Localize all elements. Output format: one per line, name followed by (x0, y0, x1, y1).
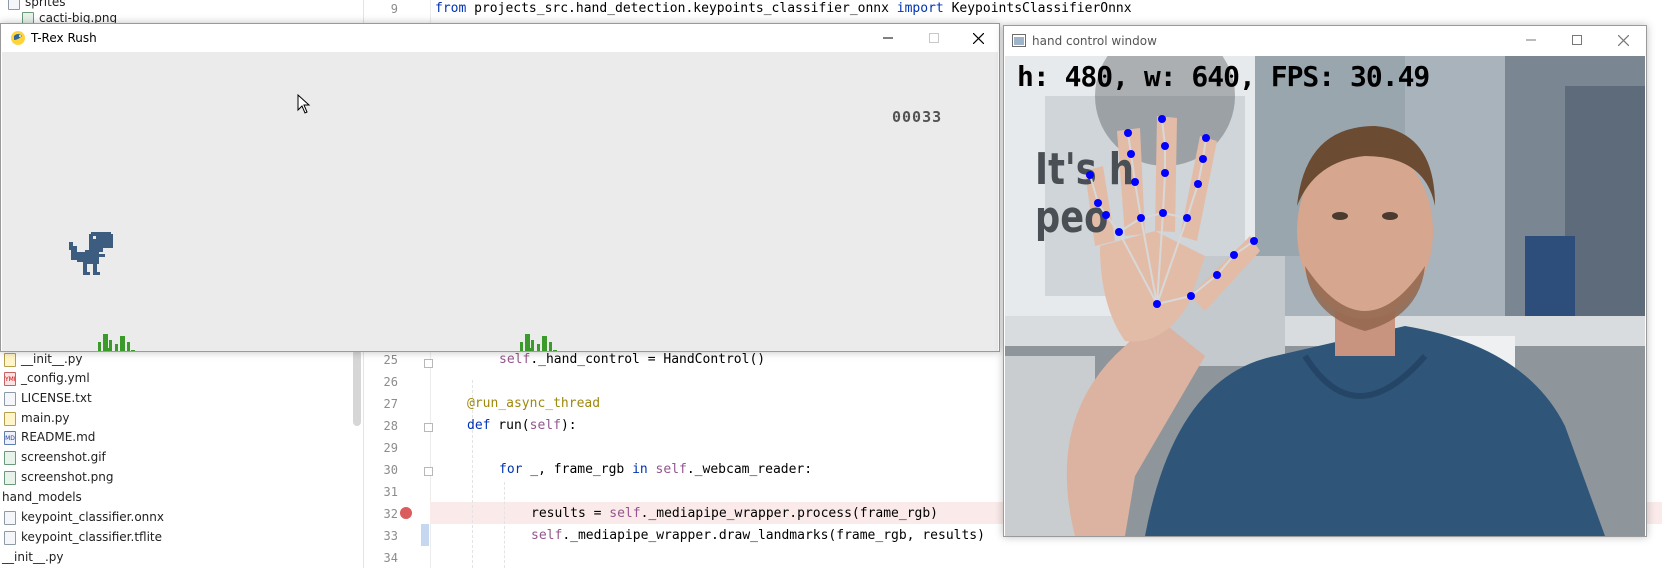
trex-maximize-button[interactable] (911, 24, 957, 52)
fold-marker-icon[interactable] (424, 423, 433, 432)
close-icon (973, 33, 984, 44)
mouse-cursor-icon (297, 94, 311, 114)
close-icon (1618, 35, 1629, 46)
breakpoint-icon[interactable] (400, 507, 412, 519)
cactus-sprite (98, 334, 135, 351)
trex-title-bar[interactable]: T-Rex Rush (1, 24, 999, 52)
image-file-icon (4, 450, 16, 465)
python-file-icon (4, 411, 16, 426)
line-number: 9 (390, 2, 398, 16)
code-line-25[interactable]: self._hand_control = HandControl() (499, 349, 765, 371)
tree-item-hand-models-folder[interactable]: hand_models (2, 487, 82, 507)
code-line-28[interactable]: def run(self): (467, 415, 577, 437)
yml-file-icon: YML (4, 371, 16, 386)
line-number: 28 (383, 419, 398, 433)
line-number: 31 (383, 485, 398, 499)
code-line-9[interactable]: from projects_src.hand_detection.keypoin… (435, 0, 1132, 20)
tree-item-init-py[interactable]: __init__.py (4, 349, 83, 369)
text-file-icon (4, 391, 16, 406)
hand-minimize-button[interactable] (1508, 26, 1554, 54)
indent-guide (504, 482, 506, 568)
code-line-32[interactable]: results = self._mediapipe_wrapper.proces… (531, 503, 938, 525)
minimize-icon (883, 37, 893, 39)
cactus-sprite (520, 334, 557, 351)
line-number: 25 (383, 353, 398, 367)
python-file-icon (4, 352, 16, 367)
tree-item-main-py[interactable]: main.py (4, 408, 70, 428)
hand-close-button[interactable] (1600, 26, 1646, 54)
line-number: 33 (383, 529, 398, 543)
trex-close-button[interactable] (955, 24, 1001, 52)
image-file-icon (4, 470, 16, 485)
line-number: 27 (383, 397, 398, 411)
hand-window-title: hand control window (1032, 34, 1157, 48)
markdown-file-icon: MD (4, 430, 16, 445)
trex-window-title: T-Rex Rush (31, 31, 97, 45)
change-marker (421, 524, 429, 546)
tree-item-keypoint-tflite[interactable]: keypoint_classifier.tflite (4, 527, 162, 547)
trex-rush-window[interactable]: T-Rex Rush 00033 (0, 23, 1000, 352)
hand-landmarks-overlay (1086, 115, 1258, 308)
project-tree-scrollbar[interactable] (353, 350, 361, 426)
tree-item-init-py-2[interactable]: __init__.py (2, 547, 64, 567)
webcam-feed: It's h peo h: 480, w: 640, FPS: 30.49 (1005, 56, 1645, 536)
fold-marker-icon[interactable] (424, 359, 433, 368)
file-icon (4, 510, 16, 525)
hand-control-window[interactable]: hand control window It's h peo h: 480, w… (1003, 25, 1647, 537)
folder-icon (8, 0, 20, 10)
code-line-30[interactable]: for _, frame_rgb in self._webcam_reader: (499, 459, 812, 481)
line-number: 29 (383, 441, 398, 455)
score-counter: 00033 (892, 108, 943, 126)
line-number: 26 (383, 375, 398, 389)
tree-item-keypoint-onnx[interactable]: keypoint_classifier.onnx (4, 507, 164, 527)
trex-minimize-button[interactable] (865, 24, 911, 52)
dino-sprite (69, 232, 113, 275)
pygame-snake-icon (11, 31, 25, 45)
code-line-33[interactable]: self._mediapipe_wrapper.draw_landmarks(f… (531, 525, 985, 547)
maximize-icon (929, 33, 939, 43)
resolution-fps-overlay: h: 480, w: 640, FPS: 30.49 (1017, 60, 1430, 93)
tree-item-readme[interactable]: MD README.md (4, 427, 95, 447)
minimize-icon (1526, 39, 1536, 41)
tree-item-config-yml[interactable]: YML _config.yml (4, 368, 90, 388)
line-number: 34 (383, 551, 398, 565)
line-number: 30 (383, 463, 398, 477)
file-icon (4, 530, 16, 545)
line-number: 32 (383, 507, 398, 521)
game-canvas[interactable]: 00033 (2, 52, 998, 351)
tree-item-license[interactable]: LICENSE.txt (4, 388, 92, 408)
window-app-icon (1012, 34, 1026, 47)
hand-maximize-button[interactable] (1554, 26, 1600, 54)
hand-title-bar[interactable]: hand control window (1004, 26, 1646, 56)
code-line-27[interactable]: @run_async_thread (467, 393, 600, 415)
maximize-icon (1572, 35, 1582, 45)
fold-marker-icon[interactable] (424, 467, 433, 476)
tree-item-screenshot-gif[interactable]: screenshot.gif (4, 447, 106, 467)
tree-item-screenshot-png[interactable]: screenshot.png (4, 467, 113, 487)
